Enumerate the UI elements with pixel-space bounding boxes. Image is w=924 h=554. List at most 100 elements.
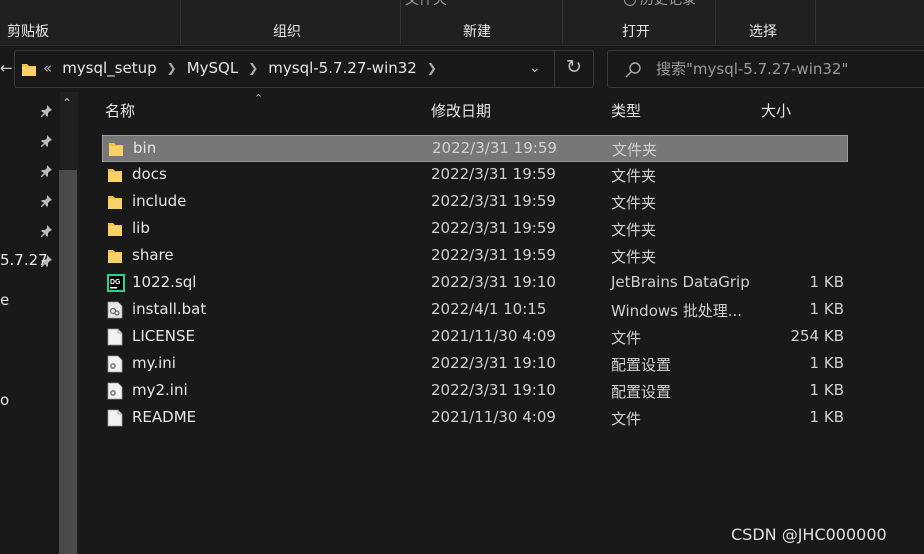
file-date: 2022/3/31 19:10 [431, 273, 556, 291]
file-row[interactable]: bin 2022/3/31 19:59 文件夹 [102, 135, 848, 162]
file-row[interactable]: include 2022/3/31 19:59 文件夹 [102, 189, 848, 216]
file-row[interactable]: share 2022/3/31 19:59 文件夹 [102, 243, 848, 270]
config-file-icon [107, 382, 123, 400]
file-date: 2022/3/31 19:59 [431, 246, 556, 264]
back-arrow-icon[interactable]: ← [0, 59, 13, 77]
ribbon-cut-label-folder[interactable]: 文件夹 [405, 0, 447, 9]
file-name: bin [133, 139, 157, 157]
file-row[interactable]: LICENSE 2021/11/30 4:09 文件 254 KB [102, 324, 848, 351]
file-name: install.bat [132, 300, 207, 318]
file-type: 文件夹 [611, 248, 657, 266]
breadcrumb-overflow[interactable]: « [43, 59, 52, 77]
file-name: 1022.sql [132, 273, 197, 291]
file-date: 2022/3/31 19:59 [432, 139, 557, 157]
address-bar[interactable]: « mysql_setup ❯ MySQL ❯ mysql-5.7.27-win… [14, 50, 594, 88]
ribbon-separator [180, 0, 181, 44]
pin-icon[interactable] [39, 104, 53, 118]
file-size: 1 KB [809, 300, 844, 318]
file-row[interactable]: my2.ini 2022/3/31 19:10 配置设置 1 KB [102, 378, 848, 405]
file-type: 文件夹 [611, 221, 657, 239]
file-date: 2022/3/31 19:59 [431, 192, 556, 210]
breadcrumb-item-mysql-setup[interactable]: mysql_setup [62, 59, 156, 77]
file-type: 配置设置 [611, 356, 672, 374]
nav-item-label[interactable]: 5.7.27 [0, 251, 48, 269]
pin-icon[interactable] [39, 164, 53, 178]
chevron-right-icon[interactable]: ❯ [167, 61, 177, 75]
ribbon-group-select: 选择 [749, 24, 777, 40]
ribbon-group-organize: 组织 [273, 24, 301, 40]
search-input[interactable] [656, 60, 916, 78]
file-name: include [132, 192, 187, 210]
file-size: 1 KB [809, 354, 844, 372]
file-type: 文件夹 [611, 194, 657, 212]
chevron-down-icon[interactable]: ⌄ [529, 60, 541, 76]
file-list: ⌃ 名称 修改日期 类型 大小 bin 2022/3/31 19:59 文件夹 doc… [80, 92, 924, 554]
address-separator [554, 51, 555, 87]
file-date: 2022/3/31 19:59 [431, 219, 556, 237]
search-icon [625, 62, 641, 78]
file-size: 1 KB [809, 273, 844, 291]
ribbon-group-new: 新建 [463, 24, 491, 40]
file-type: 文件夹 [612, 141, 658, 159]
file-row[interactable]: README 2021/11/30 4:09 文件 1 KB [102, 405, 848, 432]
chevron-right-icon[interactable]: ❯ [248, 61, 258, 75]
file-size: 254 KB [790, 327, 844, 345]
folder-icon [107, 166, 123, 184]
file-row[interactable]: lib 2022/3/31 19:59 文件夹 [102, 216, 848, 243]
breadcrumb: « mysql_setup ❯ MySQL ❯ mysql-5.7.27-win… [43, 59, 447, 77]
breadcrumb-item-current[interactable]: mysql-5.7.27-win32 [268, 59, 417, 77]
breadcrumb-item-mysql[interactable]: MySQL [187, 59, 239, 77]
file-date: 2021/11/30 4:09 [431, 408, 556, 426]
file-name: LICENSE [132, 327, 195, 345]
file-type: 文件 [611, 329, 642, 347]
folder-icon [107, 220, 123, 238]
ribbon-group-open: 打开 [622, 24, 650, 40]
file-row[interactable]: my.ini 2022/3/31 19:10 配置设置 1 KB [102, 351, 848, 378]
file-date: 2021/11/30 4:09 [431, 327, 556, 345]
column-header-size[interactable]: 大小 [761, 100, 853, 128]
pin-icon[interactable] [39, 194, 53, 208]
file-name: lib [132, 219, 150, 237]
file-type: 文件夹 [611, 167, 657, 185]
file-type: JetBrains DataGrip [611, 273, 750, 291]
file-row[interactable]: docs 2022/3/31 19:59 文件夹 [102, 162, 848, 189]
refresh-icon[interactable]: ↻ [566, 56, 582, 78]
scroll-up-icon[interactable]: ⌃ [62, 96, 72, 110]
file-name: my2.ini [132, 381, 188, 399]
pin-icon[interactable] [39, 224, 53, 238]
column-header-type[interactable]: 类型 [611, 100, 753, 128]
file-type: 文件 [611, 410, 642, 428]
file-row[interactable]: install.bat 2022/4/1 10:15 Windows 批处理... 1… [102, 297, 848, 324]
pin-icon[interactable] [39, 134, 53, 148]
history-icon [624, 0, 636, 6]
ribbon: 文件夹 历史记录 剪贴板 组织 新建 打开 选择 [0, 0, 924, 46]
folder-icon [107, 193, 123, 211]
ribbon-group-clipboard: 剪贴板 [7, 24, 49, 40]
ribbon-separator [815, 0, 816, 44]
ribbon-cut-label-history[interactable]: 历史记录 [624, 0, 696, 9]
folder-icon [107, 247, 123, 265]
svg-text:DG: DG [110, 279, 121, 286]
column-header-date[interactable]: 修改日期 [431, 100, 603, 128]
nav-item-label[interactable]: o [0, 391, 9, 409]
nav-scrollbar-thumb[interactable] [59, 170, 77, 554]
batch-file-icon [107, 301, 123, 319]
ribbon-separator [715, 0, 716, 44]
file-type: Windows 批处理... [611, 302, 743, 320]
file-icon [107, 409, 123, 427]
file-name: docs [132, 165, 167, 183]
chevron-right-icon[interactable]: ❯ [427, 61, 437, 75]
file-date: 2022/3/31 19:59 [431, 165, 556, 183]
ribbon-separator [400, 0, 401, 44]
search-box [607, 50, 924, 88]
file-size: 1 KB [809, 381, 844, 399]
watermark: CSDN @JHC000000 [731, 525, 887, 544]
file-date: 2022/3/31 19:10 [431, 354, 556, 372]
file-size: 1 KB [809, 408, 844, 426]
folder-icon [108, 140, 124, 158]
file-row[interactable]: DG 1022.sql 2022/3/31 19:10 JetBrains DataG… [102, 270, 848, 297]
datagrip-icon: DG [107, 274, 125, 292]
file-type: 配置设置 [611, 383, 672, 401]
nav-item-label[interactable]: e [0, 291, 9, 309]
column-header-name[interactable]: 名称 [105, 100, 423, 128]
